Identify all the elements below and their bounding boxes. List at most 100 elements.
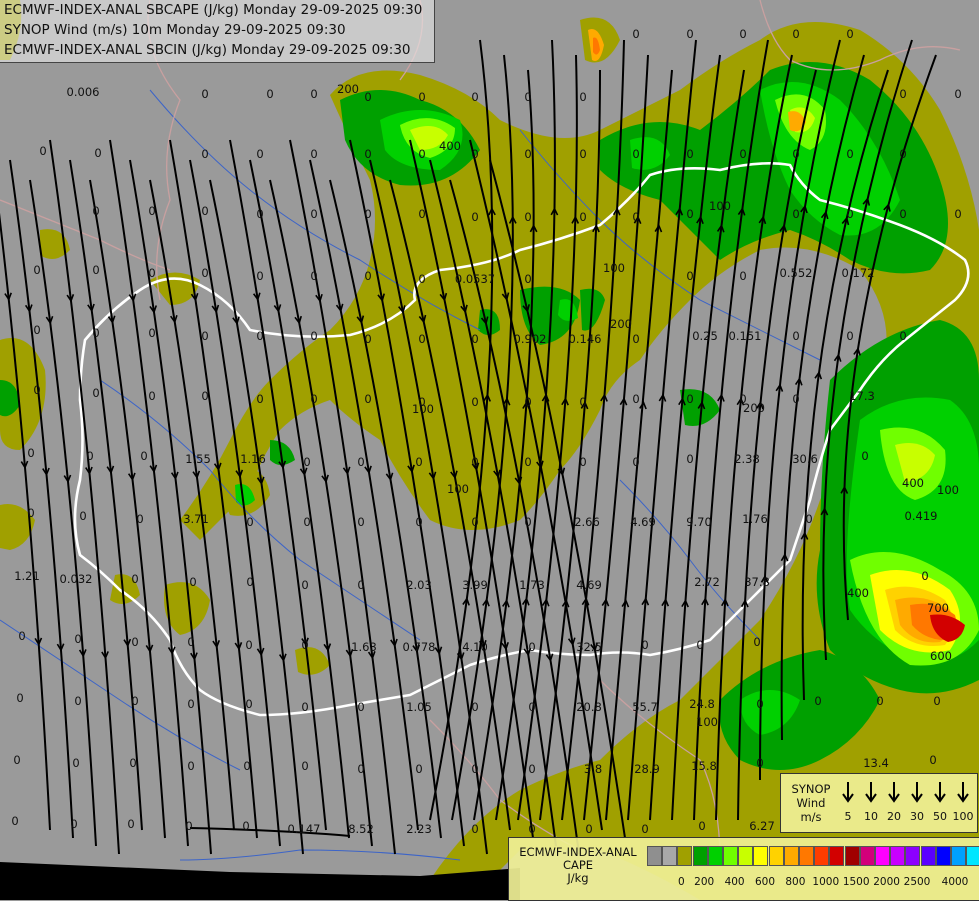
map-value-label: 0 <box>201 87 208 101</box>
map-value-label: 0 <box>471 822 478 836</box>
map-value-label: 0 <box>756 697 763 711</box>
wind-legend-line: SYNOP <box>791 782 831 796</box>
map-value-label: 0 <box>201 389 208 403</box>
map-value-label: 0 <box>792 27 799 41</box>
map-value-label: 0 <box>579 147 586 161</box>
map-value-label: 0 <box>686 147 693 161</box>
map-value-label: 0 <box>415 515 422 529</box>
map-value-label: 0 <box>696 638 703 652</box>
map-value-label: 0 <box>364 207 371 221</box>
map-value-label: 13.4 <box>863 756 889 770</box>
map-value-label: 0 <box>357 700 364 714</box>
cape-color-swatch <box>692 846 708 866</box>
map-value-label: 0 <box>185 819 192 833</box>
map-value-label: 0 <box>524 515 531 529</box>
cape-color-swatch <box>829 846 845 866</box>
map-value-label: 0.151 <box>729 329 762 343</box>
map-value-label: 20.8 <box>576 700 602 714</box>
map-value-label: 1.05 <box>406 700 432 714</box>
map-value-label: 0 <box>698 819 705 833</box>
map-value-label: 0 <box>189 575 196 589</box>
map-value-label: 2.03 <box>406 578 432 592</box>
map-value-label: 15.8 <box>691 759 717 773</box>
wind-legend-value: 5 <box>844 810 852 823</box>
title-synop-wind: SYNOP Wind (m/s) 10m Monday 29-09-2025 0… <box>4 22 346 38</box>
map-value-label: 0 <box>131 694 138 708</box>
map-value-label: 0 <box>686 269 693 283</box>
map-value-label: 0 <box>201 204 208 218</box>
map-value-label: 28.9 <box>634 762 660 776</box>
map-value-label: 0 <box>27 446 34 460</box>
map-value-label: 2.72 <box>694 575 720 589</box>
map-value-label: 0 <box>148 326 155 340</box>
cape-color-swatch <box>768 846 784 866</box>
map-value-label: 0 <box>246 515 253 529</box>
map-value-label: 0 <box>415 762 422 776</box>
map-value-label: 0 <box>310 207 317 221</box>
map-value-label: 0 <box>792 329 799 343</box>
map-value-label: 0 <box>528 700 535 714</box>
map-value-label: 0 <box>92 263 99 277</box>
map-value-label: 0 <box>471 515 478 529</box>
map-value-label: 0 <box>242 819 249 833</box>
cape-tick-label: 0 <box>678 876 685 888</box>
map-value-label: 0 <box>524 272 531 286</box>
cape-color-swatch <box>935 846 951 866</box>
map-value-label: 0 <box>739 269 746 283</box>
map-value-label: 0 <box>357 762 364 776</box>
map-value-label: 0 <box>686 392 693 406</box>
map-value-label: 0 <box>524 90 531 104</box>
map-value-label: 0 <box>899 207 906 221</box>
cape-color-swatch <box>723 846 738 866</box>
cape-tick-label: 200 <box>694 876 715 888</box>
cape-tick-label: 600 <box>754 876 776 888</box>
wind-legend-line: m/s <box>800 810 822 824</box>
cape-tick-label: 1500 <box>842 876 870 888</box>
wind-legend: SYNOP Wind m/s 5 10 20 30 50 100 <box>780 773 978 833</box>
map-value-label: 0 <box>418 332 425 346</box>
map-value-label: 0 <box>301 759 308 773</box>
wind-arrow-icon <box>885 780 903 804</box>
map-value-label: 0 <box>524 395 531 409</box>
map-value-label: 0 <box>310 392 317 406</box>
wind-arrow-icon <box>862 780 880 804</box>
map-value-label: 0 <box>303 515 310 529</box>
map-value-label: 0 <box>256 269 263 283</box>
map-value-label: 0 <box>70 817 77 831</box>
map-value-label: 0 <box>92 204 99 218</box>
map-value-label: 0 <box>187 635 194 649</box>
map-value-label: 0 <box>899 329 906 343</box>
map-value-label: 0 <box>929 753 936 767</box>
wind-legend-line: Wind <box>796 796 826 810</box>
map-value-label: 0 <box>528 822 535 836</box>
cape-legend-line: J/kg <box>567 871 589 885</box>
map-value-label: 0 <box>686 207 693 221</box>
map-value-label: 0 <box>301 638 308 652</box>
cape-tick-label: 400 <box>724 876 745 888</box>
cape-color-swatch <box>890 846 906 866</box>
map-value-label: 0 <box>364 392 371 406</box>
map-value-label: 0 <box>876 694 883 708</box>
cape-color-swatch <box>799 846 814 866</box>
map-value-label: 24.8 <box>689 697 715 711</box>
map-value-label: 0 <box>310 269 317 283</box>
map-value-label: 0 <box>739 147 746 161</box>
cape-color-swatch <box>859 846 875 866</box>
map-value-label: 0 <box>310 87 317 101</box>
map-value-label: 0 <box>753 635 760 649</box>
map-value-label: 0 <box>641 638 648 652</box>
map-value-label: 0 <box>74 694 81 708</box>
map-value-label: 0.778 <box>403 640 436 654</box>
map-value-label: 0 <box>471 147 478 161</box>
map-value-label: 0 <box>74 632 81 646</box>
map-value-label: 0 <box>861 449 868 463</box>
map-value-label: 0 <box>954 207 961 221</box>
map-value-label: 0 <box>86 449 93 463</box>
map-value-label: 0.419 <box>905 509 938 523</box>
map-value-label: 0 <box>140 449 147 463</box>
map-value-label: 0 <box>632 455 639 469</box>
map-value-label: 4.10 <box>462 640 488 654</box>
map-value-label: 0.006 <box>67 85 100 99</box>
map-value-label: 0 <box>187 697 194 711</box>
wind-arrow-icon <box>931 780 949 804</box>
